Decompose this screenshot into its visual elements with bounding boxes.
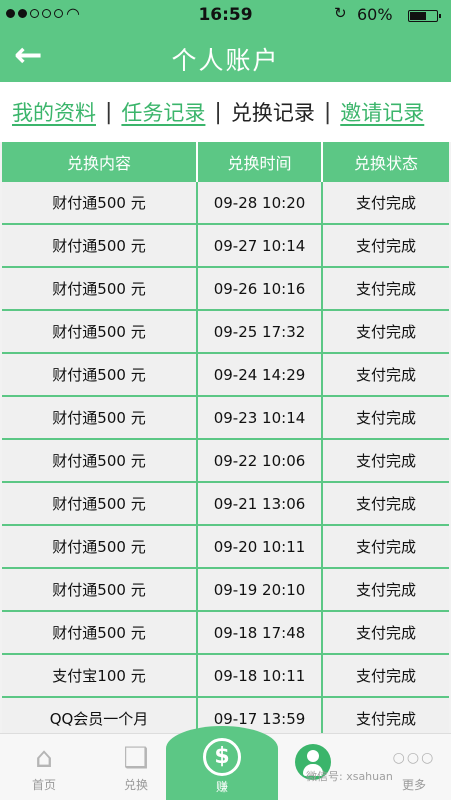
nav-bar: ← 个人账户 (0, 30, 451, 82)
cell-status: 支付完成 (355, 538, 416, 556)
more-dots-icon: ○○○ (392, 750, 436, 766)
cell-status: 支付完成 (355, 280, 416, 298)
tab-my-profile[interactable]: 我的资料 (12, 97, 96, 127)
cell-content: 财付通500 元 (2, 354, 198, 395)
table-row: 支付宝100 元 09-18 10:11 支付完成 (2, 655, 449, 698)
home-icon: ⌂ (35, 741, 53, 774)
tab-task-records[interactable]: 任务记录 (121, 97, 205, 127)
cell-time: 09-25 17:32 (198, 311, 323, 352)
cell-time: 09-27 10:14 (198, 225, 323, 266)
cell-time: 09-20 10:11 (198, 526, 323, 567)
table-row: 财付通500 元 09-20 10:11 支付完成 (2, 526, 449, 569)
tab-earn[interactable]: $ 赚 (192, 738, 252, 795)
tab-exchange[interactable]: ❑ 兑换 (106, 740, 166, 793)
battery-icon (408, 10, 441, 22)
cell-content: 财付通500 元 (2, 440, 198, 481)
cell-content: 财付通500 元 (2, 397, 198, 438)
table-header: 兑换内容 兑换时间 兑换状态 (2, 142, 449, 182)
column-header-time: 兑换时间 (198, 142, 323, 182)
table-row: 财付通500 元 09-25 17:32 支付完成 (2, 311, 449, 354)
cell-status: 支付完成 (355, 624, 416, 642)
table-row: 财付通500 元 09-18 17:48 支付完成 (2, 612, 449, 655)
cell-status: 支付完成 (355, 237, 416, 255)
table-row: 财付通500 元 09-24 14:29 支付完成 (2, 354, 449, 397)
tab-invite-records[interactable]: 邀请记录 (340, 97, 424, 127)
cell-content: 财付通500 元 (2, 526, 198, 567)
cell-status: 支付完成 (355, 581, 416, 599)
cell-time: 09-22 10:06 (198, 440, 323, 481)
exchange-records-table: 兑换内容 兑换时间 兑换状态 财付通500 元 09-28 10:20 支付完成 财付… (2, 142, 449, 741)
cell-status: 支付完成 (355, 409, 416, 427)
cell-time: 09-21 13:06 (198, 483, 323, 524)
tab-more[interactable]: ○○○ 更多 (384, 740, 444, 793)
cell-time: 09-18 17:48 (198, 612, 323, 653)
cell-content: 支付宝100 元 (2, 655, 198, 696)
tab-home-label: 首页 (31, 778, 56, 792)
table-row: 财付通500 元 09-28 10:20 支付完成 (2, 182, 449, 225)
column-header-content: 兑换内容 (2, 142, 198, 182)
tab-separator: | (214, 99, 222, 125)
gift-icon: ❑ (123, 741, 149, 774)
tab-exchange-label: 兑换 (123, 778, 148, 792)
cell-time: 09-28 10:20 (198, 182, 323, 223)
cell-content: 财付通500 元 (2, 268, 198, 309)
wechat-watermark: 微信号: xsahuan (306, 770, 393, 783)
table-row: 财付通500 元 09-19 20:10 支付完成 (2, 569, 449, 612)
tab-earn-label: 赚 (215, 780, 228, 794)
bottom-tab-bar: ⌂ 首页 ❑ 兑换 $ 赚 ○○○ 更多 微信号: xsahuan (0, 726, 451, 800)
cell-status: 支付完成 (355, 194, 416, 212)
cell-time: 09-18 10:11 (198, 655, 323, 696)
rotation-lock-icon: ↻ (334, 4, 347, 22)
page-title: 个人账户 (171, 46, 280, 75)
cell-time: 09-19 20:10 (198, 569, 323, 610)
cell-content: 财付通500 元 (2, 483, 198, 524)
dollar-coin-icon: $ (203, 738, 241, 776)
tab-separator: | (105, 99, 113, 125)
battery-percent: 60% (357, 5, 393, 24)
status-bar: ◠ 16:59 ↻ 60% (0, 0, 451, 30)
cell-time: 09-23 10:14 (198, 397, 323, 438)
cell-time: 09-26 10:16 (198, 268, 323, 309)
cell-status: 支付完成 (355, 495, 416, 513)
cell-content: 财付通500 元 (2, 225, 198, 266)
cell-content: 财付通500 元 (2, 612, 198, 653)
tab-separator: | (323, 99, 332, 125)
cell-status: 支付完成 (355, 323, 416, 341)
table-body: 财付通500 元 09-28 10:20 支付完成 财付通500 元 09-27 10:… (2, 182, 449, 741)
tab-home[interactable]: ⌂ 首页 (14, 740, 74, 793)
cell-content: 财付通500 元 (2, 182, 198, 223)
cell-status: 支付完成 (355, 366, 416, 384)
cell-content: 财付通500 元 (2, 569, 198, 610)
column-header-status: 兑换状态 (353, 154, 418, 173)
table-row: 财付通500 元 09-26 10:16 支付完成 (2, 268, 449, 311)
table-row: 财付通500 元 09-22 10:06 支付完成 (2, 440, 449, 483)
record-tabs: 我的资料 | 任务记录 | 兑换记录 | 邀请记录 (0, 82, 451, 142)
cell-status: 支付完成 (355, 667, 416, 685)
cell-status: 支付完成 (355, 452, 416, 470)
table-row: 财付通500 元 09-27 10:14 支付完成 (2, 225, 449, 268)
cell-content: 财付通500 元 (2, 311, 198, 352)
tab-exchange-records[interactable]: 兑换记录 (231, 97, 315, 127)
table-row: 财付通500 元 09-23 10:14 支付完成 (2, 397, 449, 440)
cell-time: 09-24 14:29 (198, 354, 323, 395)
tab-more-label: 更多 (401, 778, 426, 792)
table-row: 财付通500 元 09-21 13:06 支付完成 (2, 483, 449, 526)
